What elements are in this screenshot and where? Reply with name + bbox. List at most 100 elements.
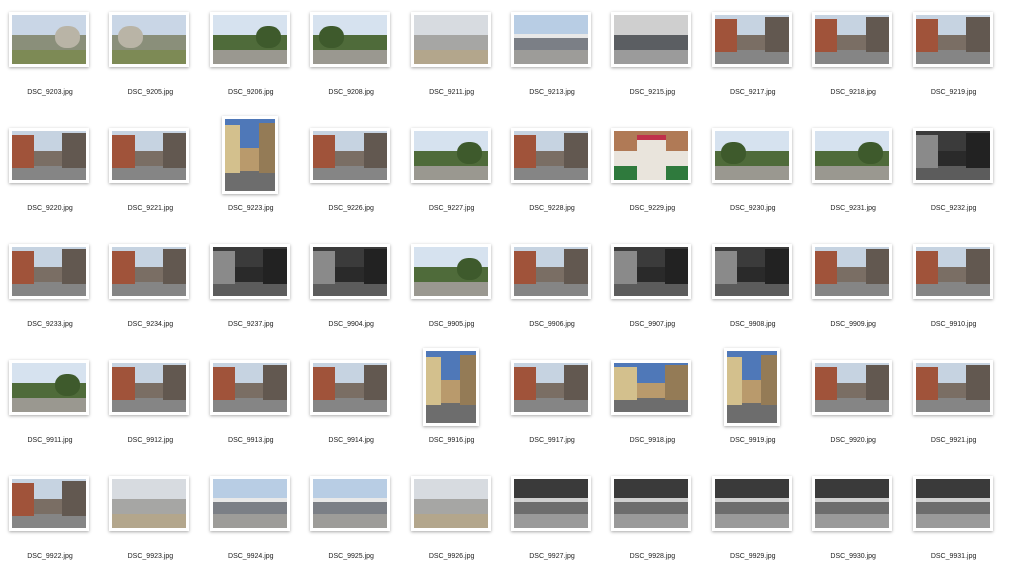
file-thumbnail[interactable]: [410, 12, 491, 67]
file-name-label[interactable]: DSC_9930.jpg: [803, 553, 903, 560]
file-thumbnail[interactable]: [310, 476, 391, 531]
file-name-label[interactable]: DSC_9232.jpg: [904, 205, 1004, 212]
file-thumbnail[interactable]: [109, 12, 190, 67]
file-item[interactable]: DSC_9233.jpg: [0, 232, 100, 348]
file-item[interactable]: DSC_9226.jpg: [301, 116, 401, 232]
file-name-label[interactable]: DSC_9227.jpg: [402, 205, 502, 212]
file-item[interactable]: DSC_9218.jpg: [803, 0, 903, 116]
file-item[interactable]: DSC_9926.jpg: [402, 464, 502, 580]
file-item[interactable]: DSC_9922.jpg: [0, 464, 100, 580]
file-thumbnail[interactable]: [310, 128, 391, 183]
file-thumbnail[interactable]: [109, 476, 190, 531]
file-item[interactable]: DSC_9203.jpg: [0, 0, 100, 116]
file-name-label[interactable]: DSC_9908.jpg: [703, 321, 803, 328]
file-thumbnail[interactable]: [9, 12, 89, 67]
file-item[interactable]: DSC_9906.jpg: [502, 232, 602, 348]
file-thumbnail[interactable]: [711, 244, 792, 299]
file-name-label[interactable]: DSC_9920.jpg: [803, 437, 903, 444]
file-thumbnail[interactable]: [611, 244, 692, 299]
file-thumbnail[interactable]: [109, 244, 190, 299]
file-name-label[interactable]: DSC_9905.jpg: [402, 321, 502, 328]
file-item[interactable]: DSC_9904.jpg: [301, 232, 401, 348]
file-thumbnail[interactable]: [723, 348, 780, 426]
file-thumbnail[interactable]: [711, 128, 792, 183]
file-thumbnail[interactable]: [109, 128, 190, 183]
file-item[interactable]: DSC_9925.jpg: [301, 464, 401, 580]
file-name-label[interactable]: DSC_9228.jpg: [502, 205, 602, 212]
file-item[interactable]: DSC_9234.jpg: [100, 232, 200, 348]
file-name-label[interactable]: DSC_9926.jpg: [402, 553, 502, 560]
file-thumbnail[interactable]: [209, 360, 290, 415]
file-name-label[interactable]: DSC_9907.jpg: [602, 321, 702, 328]
file-thumbnail[interactable]: [511, 12, 591, 67]
file-thumbnail[interactable]: [812, 12, 893, 67]
file-item[interactable]: DSC_9229.jpg: [602, 116, 702, 232]
file-thumbnail[interactable]: [209, 244, 290, 299]
file-name-label[interactable]: DSC_9213.jpg: [502, 89, 602, 96]
file-thumbnail[interactable]: [711, 476, 792, 531]
file-name-label[interactable]: DSC_9231.jpg: [803, 205, 903, 212]
file-thumbnail[interactable]: [9, 476, 89, 531]
file-name-label[interactable]: DSC_9218.jpg: [803, 89, 903, 96]
file-name-label[interactable]: DSC_9914.jpg: [301, 437, 401, 444]
file-name-label[interactable]: DSC_9927.jpg: [502, 553, 602, 560]
file-thumbnail[interactable]: [209, 476, 290, 531]
file-name-label[interactable]: DSC_9237.jpg: [201, 321, 301, 328]
file-item[interactable]: DSC_9205.jpg: [100, 0, 200, 116]
file-name-label[interactable]: DSC_9919.jpg: [703, 437, 803, 444]
file-thumbnail[interactable]: [912, 12, 993, 67]
file-name-label[interactable]: DSC_9211.jpg: [402, 89, 502, 96]
file-name-label[interactable]: DSC_9925.jpg: [301, 553, 401, 560]
file-thumbnail[interactable]: [9, 360, 89, 415]
file-name-label[interactable]: DSC_9909.jpg: [803, 321, 903, 328]
file-thumbnail[interactable]: [209, 12, 290, 67]
file-name-label[interactable]: DSC_9910.jpg: [904, 321, 1004, 328]
file-name-label[interactable]: DSC_9931.jpg: [904, 553, 1004, 560]
file-name-label[interactable]: DSC_9234.jpg: [100, 321, 200, 328]
file-item[interactable]: DSC_9928.jpg: [602, 464, 702, 580]
file-name-label[interactable]: DSC_9226.jpg: [301, 205, 401, 212]
file-thumbnail[interactable]: [812, 360, 893, 415]
file-thumbnail[interactable]: [812, 128, 893, 183]
file-thumbnail[interactable]: [812, 476, 893, 531]
file-item[interactable]: DSC_9931.jpg: [904, 464, 1004, 580]
file-thumbnail[interactable]: [611, 128, 692, 183]
file-name-label[interactable]: DSC_9918.jpg: [602, 437, 702, 444]
file-name-label[interactable]: DSC_9913.jpg: [201, 437, 301, 444]
file-item[interactable]: DSC_9907.jpg: [602, 232, 702, 348]
file-name-label[interactable]: DSC_9929.jpg: [703, 553, 803, 560]
file-name-label[interactable]: DSC_9208.jpg: [301, 89, 401, 96]
file-item[interactable]: DSC_9918.jpg: [602, 348, 702, 464]
file-name-label[interactable]: DSC_9904.jpg: [301, 321, 401, 328]
file-item[interactable]: DSC_9213.jpg: [502, 0, 602, 116]
file-thumbnail[interactable]: [812, 244, 893, 299]
file-thumbnail[interactable]: [221, 116, 278, 194]
file-thumbnail[interactable]: [912, 476, 993, 531]
file-thumbnail[interactable]: [511, 476, 591, 531]
file-item[interactable]: DSC_9232.jpg: [904, 116, 1004, 232]
file-item[interactable]: DSC_9916.jpg: [402, 348, 502, 464]
file-item[interactable]: DSC_9913.jpg: [201, 348, 301, 464]
file-thumbnail[interactable]: [611, 12, 692, 67]
file-thumbnail[interactable]: [511, 244, 591, 299]
file-name-label[interactable]: DSC_9917.jpg: [502, 437, 602, 444]
file-item[interactable]: DSC_9912.jpg: [100, 348, 200, 464]
file-item[interactable]: DSC_9919.jpg: [703, 348, 803, 464]
file-item[interactable]: DSC_9221.jpg: [100, 116, 200, 232]
file-thumbnail[interactable]: [310, 244, 391, 299]
file-thumbnail[interactable]: [912, 128, 993, 183]
file-item[interactable]: DSC_9924.jpg: [201, 464, 301, 580]
file-name-label[interactable]: DSC_9233.jpg: [0, 321, 100, 328]
file-name-label[interactable]: DSC_9916.jpg: [402, 437, 502, 444]
file-thumbnail[interactable]: [912, 244, 993, 299]
file-thumbnail[interactable]: [611, 476, 692, 531]
file-thumbnail[interactable]: [511, 128, 591, 183]
file-name-label[interactable]: DSC_9219.jpg: [904, 89, 1004, 96]
file-item[interactable]: DSC_9223.jpg: [201, 116, 301, 232]
file-item[interactable]: DSC_9930.jpg: [803, 464, 903, 580]
file-name-label[interactable]: DSC_9220.jpg: [0, 205, 100, 212]
file-thumbnail[interactable]: [109, 360, 190, 415]
file-thumbnail[interactable]: [310, 12, 391, 67]
file-thumbnail[interactable]: [912, 360, 993, 415]
file-item[interactable]: DSC_9914.jpg: [301, 348, 401, 464]
